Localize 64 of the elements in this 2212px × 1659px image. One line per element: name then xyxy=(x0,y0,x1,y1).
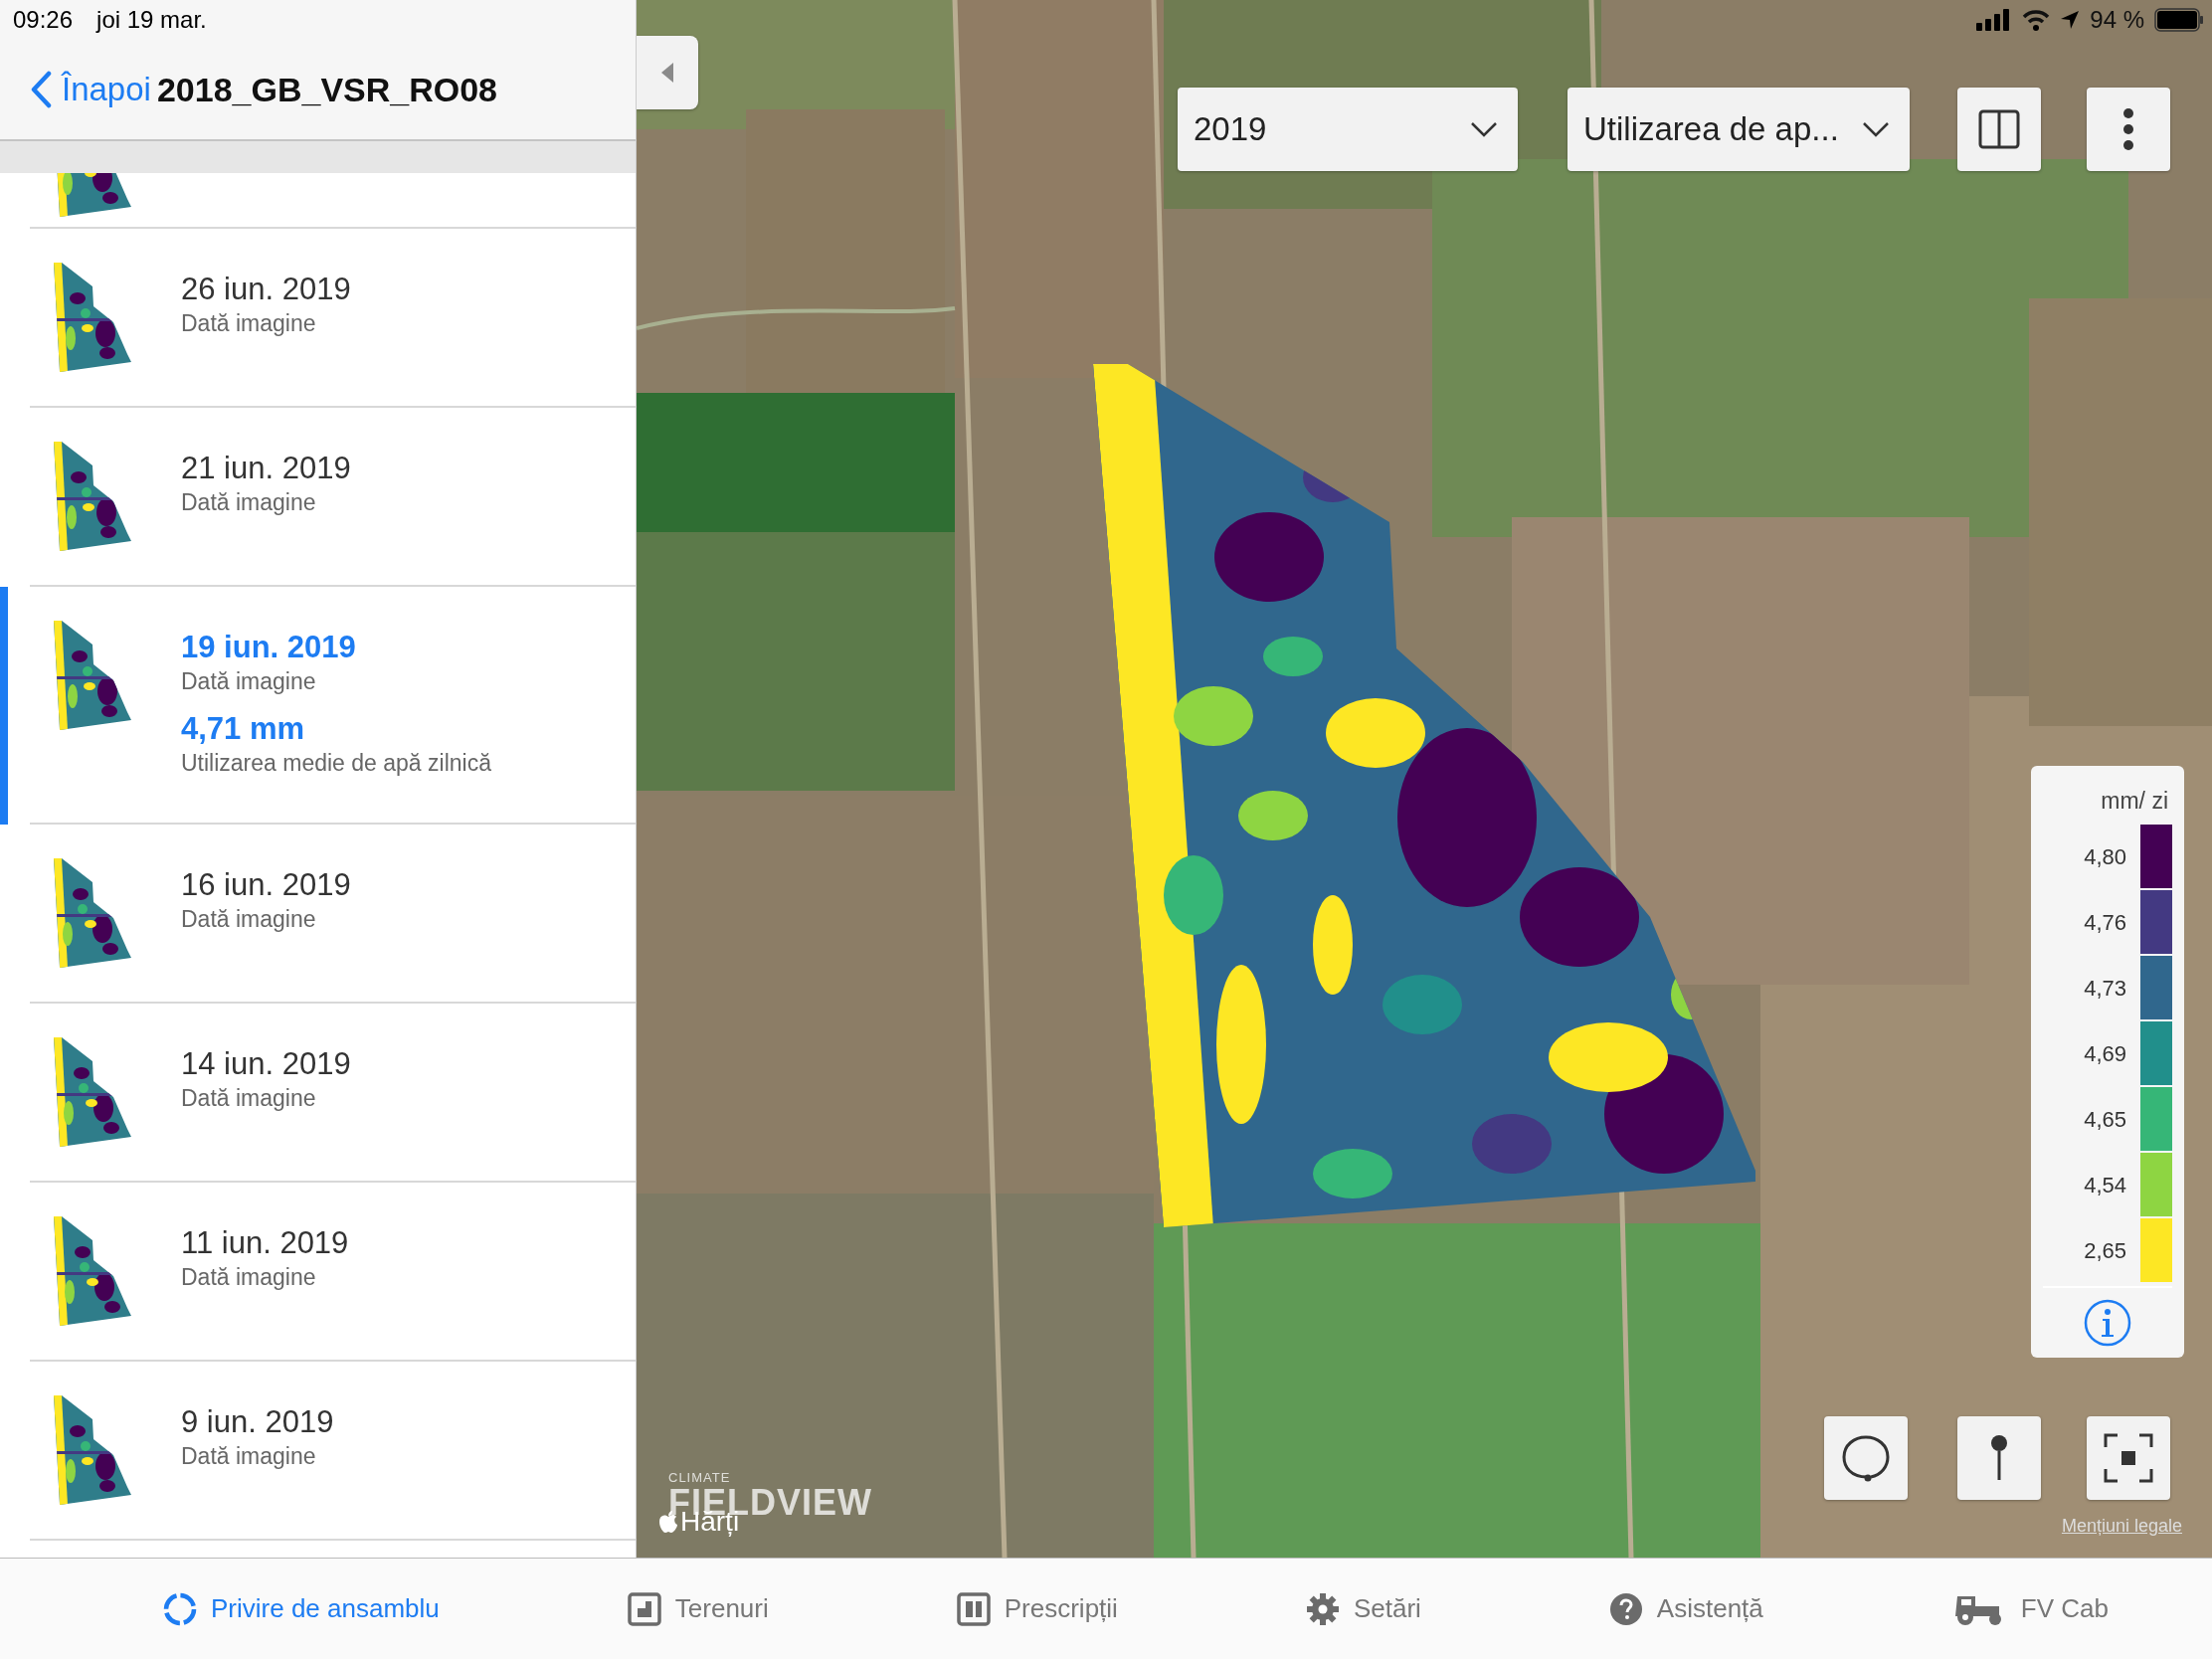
more-vertical-icon xyxy=(2122,107,2134,151)
status-time: 09:26 xyxy=(13,6,74,35)
fields-icon xyxy=(627,1591,661,1626)
image-date-caption: Dată imagine xyxy=(181,1442,317,1471)
lasso-button[interactable] xyxy=(1824,1416,1908,1500)
tab-bar-item[interactable]: FV Cab xyxy=(1946,1585,2113,1632)
legend-value: 4,65 xyxy=(2084,1107,2126,1133)
field-title: 2018_GB_VSR_RO08 xyxy=(156,70,497,109)
heatmap-zone xyxy=(1238,791,1308,840)
fullscreen-icon xyxy=(2104,1433,2153,1483)
image-date: 9 iun. 2019 xyxy=(181,1403,334,1441)
legend-value: 4,73 xyxy=(2084,976,2126,1002)
image-date-caption: Dată imagine xyxy=(181,309,317,338)
image-date: 14 iun. 2019 xyxy=(181,1045,351,1083)
fit-to-field-button[interactable] xyxy=(2087,1416,2170,1500)
legend-value: 4,80 xyxy=(2084,844,2126,870)
info-icon[interactable] xyxy=(2083,1298,2132,1348)
legend-value: 4,76 xyxy=(2084,910,2126,936)
loading-ring-icon xyxy=(163,1591,197,1626)
layer-dropdown[interactable]: Utilizarea de ap... xyxy=(1567,88,1910,171)
pin-icon xyxy=(1989,1433,2009,1483)
lasso-icon xyxy=(1841,1433,1891,1483)
image-date-caption: Dată imagine xyxy=(181,905,317,934)
location-arrow-icon xyxy=(2060,10,2081,30)
wifi-icon xyxy=(2022,9,2051,31)
legend-value: 4,54 xyxy=(2084,1173,2126,1198)
tab-bar-item[interactable]: Setări xyxy=(1301,1585,1425,1632)
tab-bar-item[interactable]: Terenuri xyxy=(623,1585,773,1632)
legend-unit: mm/ zi xyxy=(2101,788,2168,815)
more-options-button[interactable] xyxy=(2087,88,2170,171)
status-date: joi 19 mar. xyxy=(96,6,207,35)
heatmap-zone xyxy=(1263,637,1323,676)
legend-value: 4,69 xyxy=(2084,1041,2126,1067)
image-date-caption: Dată imagine xyxy=(181,667,317,696)
logo-subtitle: CLIMATE xyxy=(668,1470,732,1485)
image-date: 26 iun. 2019 xyxy=(181,271,351,308)
image-date: 11 iun. 2019 xyxy=(181,1224,349,1262)
back-button[interactable]: Înapoi xyxy=(30,67,151,112)
image-date-caption: Dată imagine xyxy=(181,1084,317,1113)
battery-icon xyxy=(2154,8,2204,32)
water-use-caption: Utilizarea medie de apă zilnică xyxy=(181,749,491,778)
year-dropdown[interactable]: 2019 xyxy=(1178,88,1518,171)
legend-value: 2,65 xyxy=(2084,1238,2126,1264)
water-use-value: 4,71 mm xyxy=(181,710,306,748)
drop-pin-button[interactable] xyxy=(1957,1416,2041,1500)
tab-bar-item[interactable]: Privire de ansamblu xyxy=(159,1585,444,1632)
tab-bar-item[interactable]: Prescripții xyxy=(952,1585,1122,1632)
triangle-left-icon xyxy=(660,62,674,84)
chevron-down-icon xyxy=(1862,121,1890,137)
settings-icon xyxy=(1305,1591,1340,1626)
split-view-button[interactable] xyxy=(1957,88,2041,171)
battery-percent: 94 % xyxy=(2090,6,2144,34)
prescription-icon xyxy=(956,1591,991,1626)
chevron-left-icon xyxy=(30,71,52,108)
tab-bar-item[interactable]: Asistență xyxy=(1604,1585,1767,1632)
help-icon xyxy=(1608,1591,1643,1626)
chevron-down-icon xyxy=(1470,121,1498,137)
image-date: 21 iun. 2019 xyxy=(181,450,351,487)
image-date-caption: Dată imagine xyxy=(181,488,317,517)
collapse-panel-button[interactable] xyxy=(637,36,698,109)
split-view-icon xyxy=(1978,109,2020,149)
image-date: 19 iun. 2019 xyxy=(181,629,357,666)
image-date: 16 iun. 2019 xyxy=(181,866,351,904)
image-date-caption: Dată imagine xyxy=(181,1263,317,1292)
